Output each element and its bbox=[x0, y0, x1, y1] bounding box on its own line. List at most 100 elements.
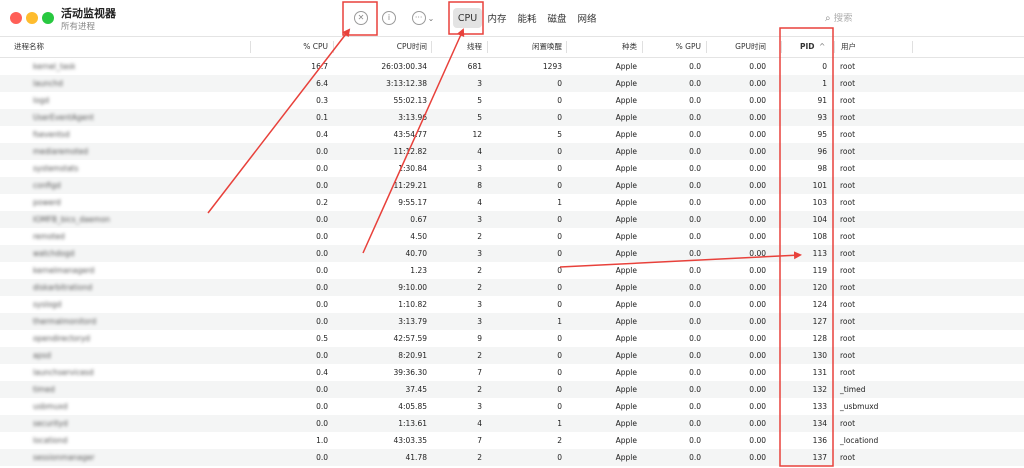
column-header-cpu-time[interactable]: CPU时间 bbox=[333, 37, 427, 57]
gpu-time-cell: 0.00 bbox=[749, 351, 766, 360]
search-box[interactable]: ⌕ bbox=[825, 8, 1015, 28]
table-row[interactable]: configd 0.0 11:29.21 8 0 Apple 0.0 0.00 101 root bbox=[0, 177, 1024, 194]
gpu-time-cell: 0.00 bbox=[749, 215, 766, 224]
tab-bar: CPU 内存 能耗 磁盘 网络 bbox=[453, 8, 602, 28]
kind-cell: Apple bbox=[615, 300, 637, 309]
column-header-process-name[interactable]: 进程名称 bbox=[14, 37, 134, 57]
gpu-percent-cell: 0.0 bbox=[689, 334, 701, 343]
gpu-time-cell: 0.00 bbox=[749, 402, 766, 411]
table-row[interactable]: usbmuxd 0.0 4:05.85 3 0 Apple 0.0 0.00 133 _usbmu… bbox=[0, 398, 1024, 415]
tab-disk[interactable]: 磁盘 bbox=[542, 8, 572, 28]
search-input[interactable] bbox=[833, 12, 984, 24]
table-row[interactable]: fseventsd 0.4 43:54.77 12 5 Apple 0.0 0.00 95 roo… bbox=[0, 126, 1024, 143]
table-row[interactable]: powerd 0.2 9:55.17 4 1 Apple 0.0 0.00 103 root bbox=[0, 194, 1024, 211]
table-row[interactable]: opendirectoryd 0.5 42:57.59 9 0 Apple 0.0 0.00 1… bbox=[0, 330, 1024, 347]
tab-memory[interactable]: 内存 bbox=[482, 8, 512, 28]
cpu-time-cell: 9:10.00 bbox=[398, 283, 427, 292]
gpu-percent-cell: 0.0 bbox=[689, 96, 701, 105]
table-row[interactable]: syslogd 0.0 1:10.82 3 0 Apple 0.0 0.00 124 root bbox=[0, 296, 1024, 313]
cpu-percent-cell: 0.0 bbox=[316, 453, 328, 462]
tab-cpu[interactable]: CPU bbox=[453, 8, 482, 28]
gpu-percent-cell: 0.0 bbox=[689, 419, 701, 428]
column-header-user[interactable]: 用户 bbox=[841, 37, 901, 57]
threads-cell: 2 bbox=[477, 266, 482, 275]
zoom-window-button[interactable] bbox=[42, 12, 54, 24]
tab-energy[interactable]: 能耗 bbox=[512, 8, 542, 28]
table-row[interactable]: thermalmonitord 0.0 3:13.79 3 1 Apple 0.0 0.00 1… bbox=[0, 313, 1024, 330]
gpu-percent-cell: 0.0 bbox=[689, 351, 701, 360]
threads-cell: 2 bbox=[477, 453, 482, 462]
pid-cell: 98 bbox=[817, 164, 827, 173]
cpu-percent-cell: 0.0 bbox=[316, 385, 328, 394]
idle-wake-cell: 2 bbox=[557, 436, 562, 445]
gpu-percent-cell: 0.0 bbox=[689, 368, 701, 377]
table-row[interactable]: UserEventAgent 0.1 3:13.96 5 0 Apple 0.0 0.00 93… bbox=[0, 109, 1024, 126]
cpu-time-cell: 42:57.59 bbox=[393, 334, 427, 343]
gpu-time-cell: 0.00 bbox=[749, 79, 766, 88]
pid-cell: 136 bbox=[812, 436, 827, 445]
table-row[interactable]: launchservicesd 0.4 39:36.30 7 0 Apple 0.0 0.00… bbox=[0, 364, 1024, 381]
table-row[interactable]: locationd 1.0 43:03.35 7 2 Apple 0.0 0.00 136 _lo… bbox=[0, 432, 1024, 449]
threads-cell: 3 bbox=[477, 317, 482, 326]
table-row[interactable]: systemstats 0.0 1:30.84 3 0 Apple 0.0 0.00 98 roo… bbox=[0, 160, 1024, 177]
table-row[interactable]: mediaremoted 0.0 11:12.82 4 0 Apple 0.0 0.00 96 r… bbox=[0, 143, 1024, 160]
column-header-cpu-percent[interactable]: % CPU bbox=[250, 37, 328, 57]
idle-wake-cell: 0 bbox=[557, 283, 562, 292]
process-name-cell: launchservicesd bbox=[33, 368, 94, 377]
idle-wake-cell: 0 bbox=[557, 249, 562, 258]
threads-cell: 3 bbox=[477, 79, 482, 88]
gpu-time-cell: 0.00 bbox=[749, 385, 766, 394]
column-header-pid[interactable]: PID bbox=[800, 37, 820, 57]
threads-cell: 3 bbox=[477, 249, 482, 258]
table-row[interactable]: sessionmanager 0.0 41.78 2 0 Apple 0.0 0.00 137 r… bbox=[0, 449, 1024, 466]
gpu-time-cell: 0.00 bbox=[749, 300, 766, 309]
info-button[interactable]: i bbox=[381, 8, 397, 28]
threads-cell: 5 bbox=[477, 96, 482, 105]
gpu-percent-cell: 0.0 bbox=[689, 232, 701, 241]
table-row[interactable]: securityd 0.0 1:13.61 4 1 Apple 0.0 0.00 134 root bbox=[0, 415, 1024, 432]
kind-cell: Apple bbox=[615, 113, 637, 122]
cpu-percent-cell: 0.0 bbox=[316, 317, 328, 326]
gpu-time-cell: 0.00 bbox=[749, 130, 766, 139]
table-row[interactable]: kernel_task 16.7 26:03:00.34 681 1293 Apple 0.… bbox=[0, 58, 1024, 75]
column-header-gpu-percent[interactable]: % GPU bbox=[642, 37, 701, 57]
stop-process-icon: ✕ bbox=[354, 11, 368, 25]
close-window-button[interactable] bbox=[10, 12, 22, 24]
table-row[interactable]: logd 0.3 55:02.13 5 0 Apple 0.0 0.00 91 root bbox=[0, 92, 1024, 109]
gpu-time-cell: 0.00 bbox=[749, 62, 766, 71]
table-row[interactable]: IOMFB_bics_daemon 0.0 0.67 3 0 Apple 0.0 0.00 10… bbox=[0, 211, 1024, 228]
table-row[interactable]: watchdogd 0.0 40.70 3 0 Apple 0.0 0.00 113 root bbox=[0, 245, 1024, 262]
user-cell: root bbox=[840, 368, 856, 377]
column-header-idle-wake[interactable]: 闲置唤醒 bbox=[487, 37, 562, 57]
table-row[interactable]: remoted 0.0 4.50 2 0 Apple 0.0 0.00 108 root bbox=[0, 228, 1024, 245]
process-name-cell: configd bbox=[33, 181, 61, 190]
cpu-percent-cell: 0.4 bbox=[316, 130, 328, 139]
user-cell: root bbox=[840, 62, 856, 71]
table-row[interactable]: launchd 6.4 3:13:12.38 3 0 Apple 0.0 0.00 1 root bbox=[0, 75, 1024, 92]
tab-network[interactable]: 网络 bbox=[572, 8, 602, 28]
gpu-percent-cell: 0.0 bbox=[689, 164, 701, 173]
column-header-kind[interactable]: 种类 bbox=[566, 37, 637, 57]
gpu-time-cell: 0.00 bbox=[749, 334, 766, 343]
table-row[interactable]: apsd 0.0 8:20.91 2 0 Apple 0.0 0.00 130 root bbox=[0, 347, 1024, 364]
table-row[interactable]: kernelmanagerd 0.0 1.23 2 0 Apple 0.0 0.00 119 ro… bbox=[0, 262, 1024, 279]
process-name-cell: apsd bbox=[33, 351, 52, 360]
cpu-percent-cell: 0.0 bbox=[316, 215, 328, 224]
table-row[interactable]: timed 0.0 37.45 2 0 Apple 0.0 0.00 132 _timed bbox=[0, 381, 1024, 398]
gpu-time-cell: 0.00 bbox=[749, 181, 766, 190]
minimize-window-button[interactable] bbox=[26, 12, 38, 24]
pid-cell: 104 bbox=[812, 215, 827, 224]
more-actions-button[interactable]: ··· ⌄ bbox=[411, 8, 435, 28]
column-header-threads[interactable]: 线程 bbox=[431, 37, 482, 57]
stop-process-button[interactable]: ✕ bbox=[352, 8, 370, 28]
table-row[interactable]: diskarbitrationd 0.0 9:10.00 2 0 Apple 0.0 0.00… bbox=[0, 279, 1024, 296]
cpu-percent-cell: 0.0 bbox=[316, 351, 328, 360]
idle-wake-cell: 0 bbox=[557, 232, 562, 241]
cpu-percent-cell: 0.4 bbox=[316, 368, 328, 377]
gpu-percent-cell: 0.0 bbox=[689, 385, 701, 394]
user-cell: root bbox=[840, 249, 856, 258]
idle-wake-cell: 0 bbox=[557, 215, 562, 224]
column-header-gpu-time[interactable]: GPU时间 bbox=[706, 37, 766, 57]
gpu-percent-cell: 0.0 bbox=[689, 79, 701, 88]
kind-cell: Apple bbox=[615, 436, 637, 445]
